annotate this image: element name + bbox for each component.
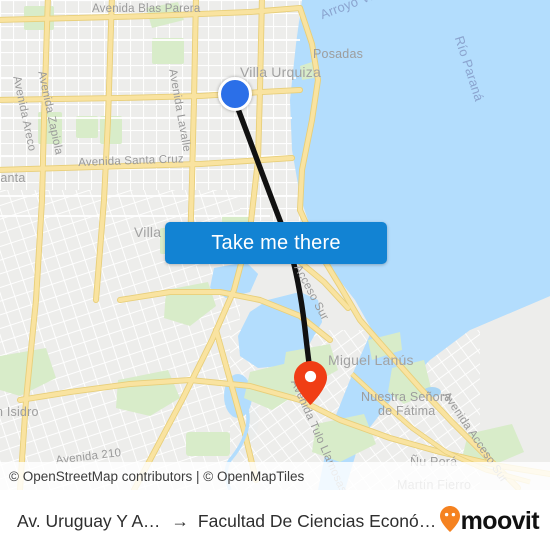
route-summary[interactable]: Av. Uruguay Y Av.... → Facultad De Cienc…: [17, 511, 440, 532]
moovit-map-screen: Avenida Blas PareraArroyo VicarioPosadas…: [0, 0, 550, 550]
destination-marker[interactable]: [294, 361, 327, 405]
moovit-pin-icon: [439, 505, 460, 537]
bottom-bar: Av. Uruguay Y Av.... → Facultad De Cienc…: [0, 490, 550, 550]
arrow-right-icon: →: [171, 510, 189, 531]
attribution-text: © OpenStreetMap contributors | © OpenMap…: [9, 468, 305, 484]
origin-marker[interactable]: [218, 77, 252, 111]
map-attribution: © OpenStreetMap contributors | © OpenMap…: [0, 462, 550, 490]
take-me-there-label: Take me there: [211, 231, 341, 254]
route-destination-label: Facultad De Ciencias Económi...: [197, 510, 440, 531]
take-me-there-button[interactable]: Take me there: [165, 222, 387, 264]
route-origin-label: Av. Uruguay Y Av....: [17, 510, 163, 531]
moovit-wordmark: moovit: [460, 506, 540, 535]
moovit-logo[interactable]: moovit: [439, 505, 540, 537]
map-canvas[interactable]: Avenida Blas PareraArroyo VicarioPosadas…: [0, 0, 550, 490]
